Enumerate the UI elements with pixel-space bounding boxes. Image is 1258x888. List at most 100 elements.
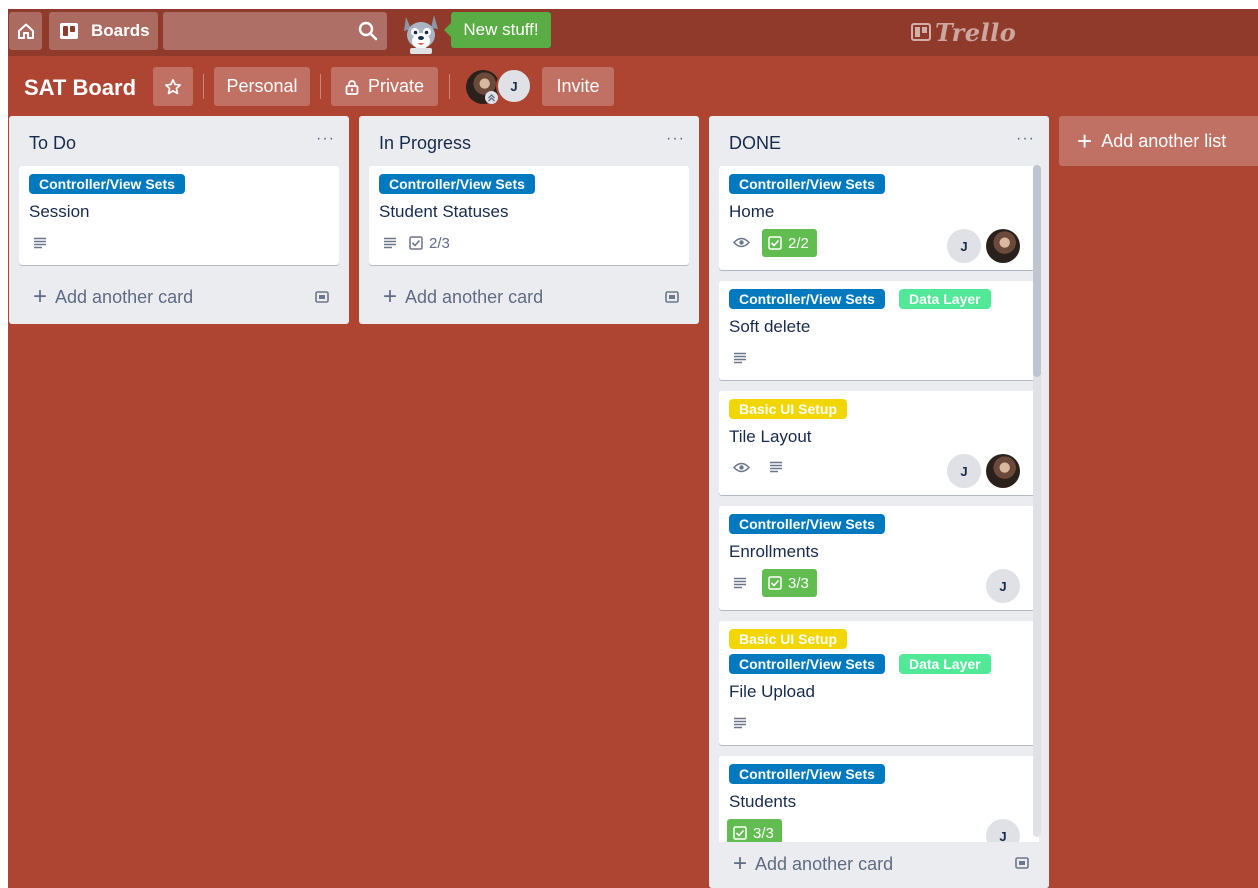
logo-text: Trello [935, 17, 1017, 47]
card-title: Tile Layout [729, 427, 812, 446]
star-icon [164, 78, 182, 94]
header-divider [203, 74, 204, 99]
card-title: Session [29, 202, 90, 221]
trello-logo[interactable]: Trello [911, 17, 1017, 47]
member-initial: J [960, 463, 968, 479]
card-label: Data Layer [899, 654, 991, 674]
card-label: Controller/View Sets [729, 289, 885, 309]
checklist-count: 3/3 [788, 574, 809, 592]
list-menu-icon[interactable]: ··· [316, 130, 335, 148]
card-member-avatar[interactable]: J [947, 229, 981, 263]
card-template-icon[interactable] [315, 290, 329, 304]
card-title: Soft delete [729, 317, 811, 336]
invite-label: Invite [556, 76, 600, 96]
card-label: Controller/View Sets [729, 174, 885, 194]
checklist-count: 3/3 [753, 824, 774, 842]
add-card-label: Add another card [55, 286, 194, 307]
add-card-label: Add another card [405, 286, 544, 307]
member-avatar-j[interactable]: J [496, 68, 532, 104]
trello-logo-icon [911, 23, 931, 41]
search-icon[interactable] [358, 21, 378, 41]
header-divider [449, 74, 450, 99]
checklist-badge: 3/3 [762, 569, 817, 597]
card-label: Basic UI Setup [729, 399, 848, 419]
card-template-icon[interactable] [665, 290, 679, 304]
description-icon [770, 461, 782, 473]
plus-icon: + [733, 850, 748, 877]
new-stuff-button[interactable]: New stuff! [444, 12, 551, 48]
card-home[interactable]: Controller/View Sets Home 2/2 J [719, 166, 1039, 270]
list-done: DONE ··· Controller/View Sets Home 2/2 J [709, 116, 1049, 888]
member-initial: J [999, 578, 1007, 594]
description-icon [734, 577, 746, 589]
card-session[interactable]: Controller/View Sets Session [19, 166, 339, 265]
card-label: Controller/View Sets [729, 514, 885, 534]
card-tile-layout[interactable]: Basic UI Setup Tile Layout J [719, 391, 1039, 495]
admin-chevron-icon [485, 91, 498, 104]
description-icon [34, 237, 46, 249]
list-title[interactable]: In Progress [379, 133, 471, 154]
card-soft-delete[interactable]: Controller/View Sets Data Layer Soft del… [719, 281, 1039, 380]
card-title: Enrollments [729, 542, 819, 561]
card-member-avatar-photo[interactable] [986, 454, 1020, 488]
checkbox-icon [409, 236, 423, 250]
add-card-button[interactable]: + Add another card [719, 847, 893, 881]
taco-mascot-icon[interactable] [398, 11, 444, 55]
home-button[interactable] [9, 12, 42, 50]
trello-app: Boards New stuff! Trello SAT Board Perso… [8, 9, 1258, 888]
add-list-label: Add another list [1101, 130, 1227, 151]
card-label: Basic UI Setup [729, 629, 848, 649]
board-title[interactable]: SAT Board [24, 75, 136, 101]
plus-icon: + [1077, 126, 1093, 156]
list-menu-icon[interactable]: ··· [666, 130, 685, 148]
card-label: Controller/View Sets [729, 654, 885, 674]
scroll-thumb[interactable] [1033, 165, 1041, 377]
card-file-upload[interactable]: Basic UI Setup Controller/View Sets Data… [719, 621, 1039, 745]
list-title[interactable]: DONE [729, 133, 781, 154]
card-label: Controller/View Sets [379, 174, 535, 194]
add-card-button[interactable]: + Add another card [19, 280, 193, 314]
lock-icon [345, 79, 359, 95]
privacy-label: Private [367, 76, 425, 96]
header-divider [320, 74, 321, 99]
privacy-button[interactable]: Private [331, 67, 438, 106]
card-student-statuses[interactable]: Controller/View Sets Student Statuses 2/… [369, 166, 689, 265]
checklist-count: 2/3 [429, 234, 450, 252]
card-member-avatar[interactable]: J [947, 454, 981, 488]
list-in-progress: In Progress ··· Controller/View Sets Stu… [359, 116, 699, 324]
member-initial: J [960, 238, 968, 254]
list-title[interactable]: To Do [29, 133, 76, 154]
star-board-button[interactable] [153, 67, 193, 106]
card-label: Controller/View Sets [729, 764, 885, 784]
description-icon [384, 237, 396, 249]
new-stuff-label: New stuff! [463, 20, 539, 39]
list-menu-icon[interactable]: ··· [1016, 130, 1035, 148]
card-member-avatar-photo[interactable] [986, 229, 1020, 263]
list-scrollbar[interactable] [1033, 165, 1041, 837]
search-input[interactable] [163, 12, 373, 50]
boards-button[interactable]: Boards [49, 12, 158, 50]
board-icon [60, 23, 78, 39]
card-title: File Upload [729, 682, 815, 701]
search-box[interactable] [163, 12, 387, 50]
team-visibility-button[interactable]: Personal [214, 67, 310, 106]
card-template-icon[interactable] [1015, 856, 1029, 870]
checkbox-icon [733, 826, 747, 840]
team-visibility-label: Personal [226, 76, 298, 96]
card-enrollments[interactable]: Controller/View Sets Enrollments 3/3 J [719, 506, 1039, 610]
card-title: Students [729, 792, 797, 811]
boards-label: Boards [91, 21, 150, 40]
add-card-button[interactable]: + Add another card [369, 280, 543, 314]
top-header: Boards New stuff! Trello [8, 9, 1258, 56]
invite-button[interactable]: Invite [542, 67, 614, 106]
add-list-button[interactable]: + Add another list [1059, 116, 1258, 166]
card-member-avatar[interactable]: J [986, 569, 1020, 603]
watch-eye-icon [733, 237, 750, 248]
member-initial: J [510, 78, 518, 94]
watch-eye-icon [733, 462, 750, 473]
checklist-badge: 2/3 [409, 229, 458, 257]
card-title: Home [729, 202, 775, 221]
plus-icon: + [33, 283, 48, 310]
checkbox-icon [768, 236, 782, 250]
card-label: Data Layer [899, 289, 991, 309]
